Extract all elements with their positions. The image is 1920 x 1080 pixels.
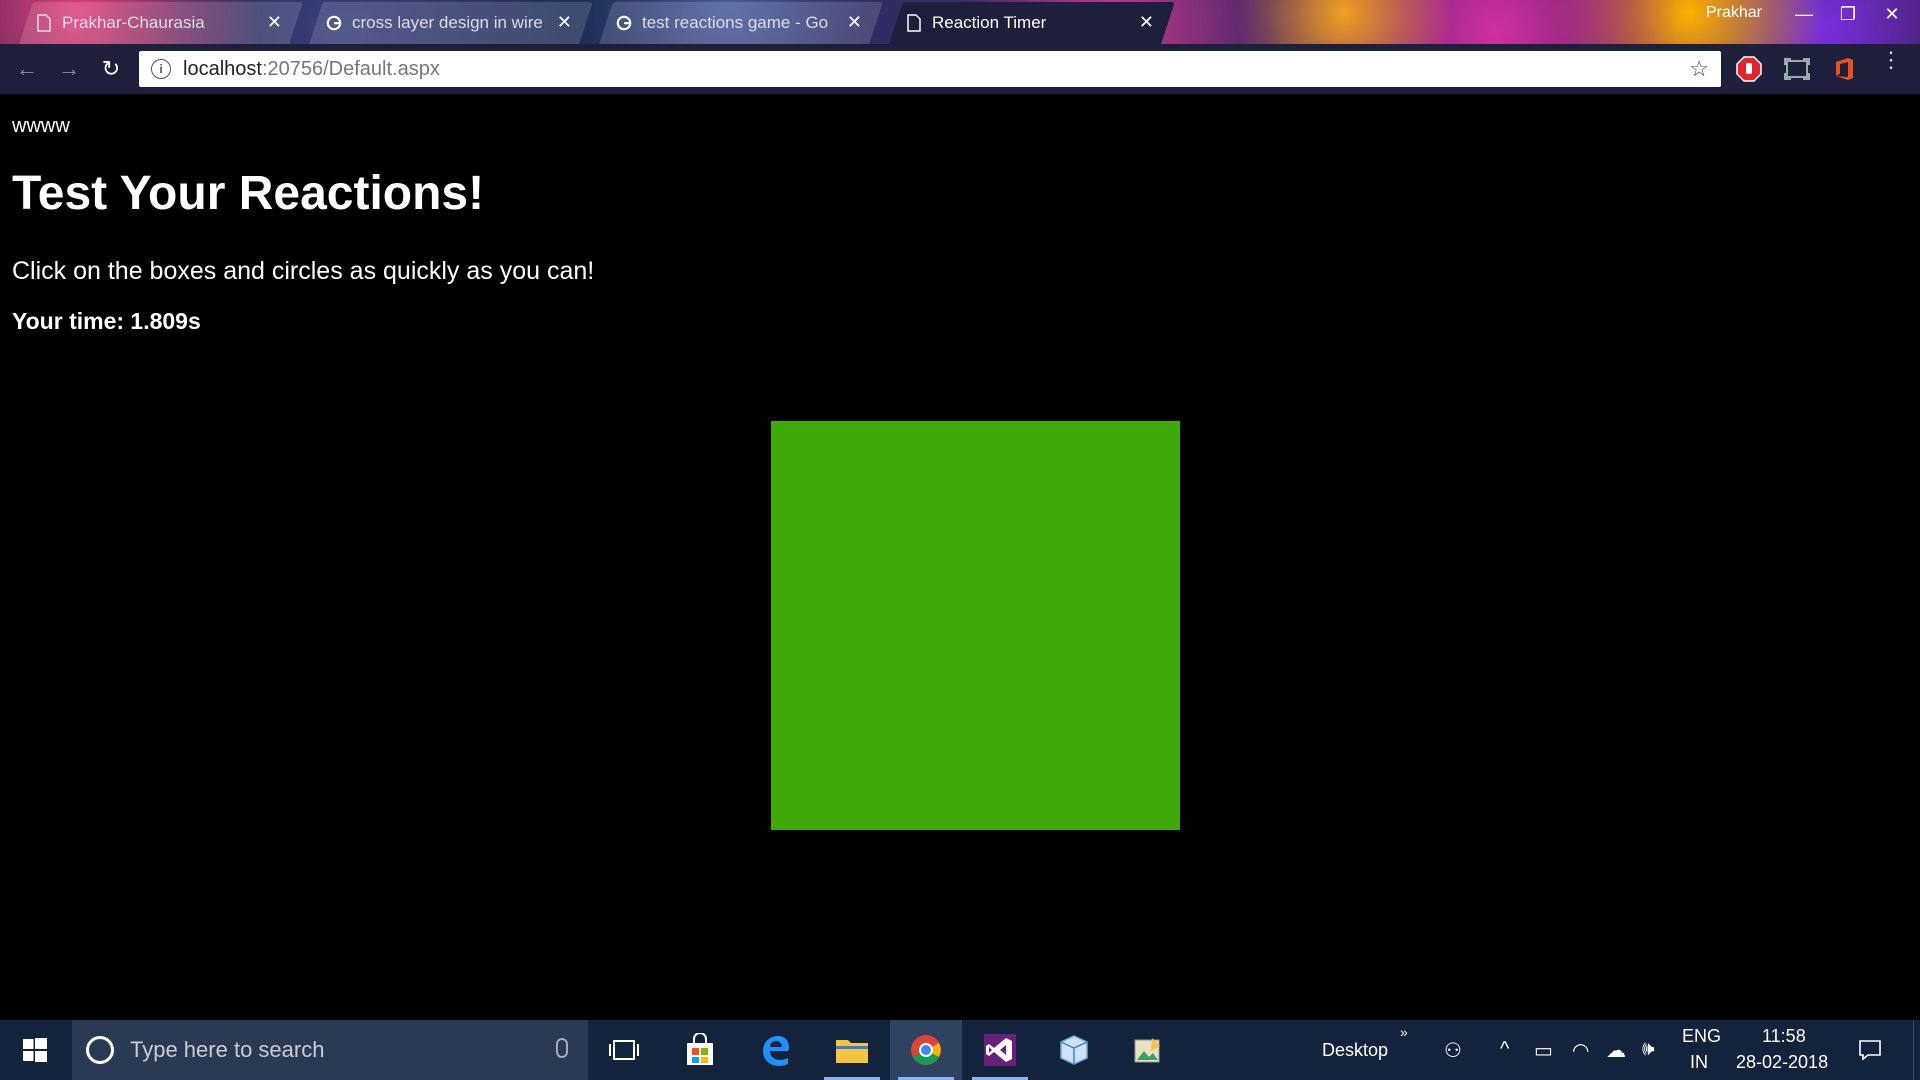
page-content: wwww Test Your Reactions! Click on the b… [0, 94, 1920, 1020]
close-window-icon[interactable]: ✕ [1870, 0, 1914, 28]
google-icon [616, 15, 632, 31]
edge-icon[interactable] [740, 1020, 812, 1080]
close-icon[interactable]: ✕ [847, 12, 862, 33]
people-icon[interactable]: ⚇ [1444, 1038, 1462, 1063]
tab-test-reactions-game[interactable]: test reactions game - Go ✕ [599, 2, 883, 44]
clock-time[interactable]: 11:58 [1762, 1026, 1806, 1047]
bookmark-star-icon[interactable]: ☆ [1689, 56, 1709, 82]
onedrive-icon[interactable]: ☁ [1606, 1038, 1626, 1063]
forward-icon[interactable]: → [54, 54, 84, 84]
back-icon[interactable]: ← [12, 54, 42, 84]
wifi-icon[interactable]: ◠ [1572, 1038, 1589, 1063]
info-icon[interactable]: i [151, 59, 171, 79]
minimize-icon[interactable]: — [1782, 0, 1826, 28]
store-icon[interactable] [664, 1020, 736, 1080]
chevron-up-icon[interactable]: ^ [1500, 1038, 1509, 1061]
tab-reaction-timer[interactable]: Reaction Timer ✕ [889, 2, 1175, 44]
site-label: wwww [12, 115, 70, 137]
windows-taskbar: Type here to search Desktop » ⚇ ^ ▭ ◠ ☁ … [0, 1020, 1920, 1080]
extension-stop-icon[interactable] [1736, 56, 1762, 82]
page-icon [907, 14, 921, 32]
profile-name[interactable]: Prakhar [1706, 4, 1762, 22]
tab-title: cross layer design in wire [352, 13, 543, 32]
menu-icon[interactable]: ⋮ [1880, 49, 1902, 71]
battery-icon[interactable]: ▭ [1534, 1038, 1553, 1063]
clock-date[interactable]: 28-02-2018 [1736, 1052, 1828, 1073]
language-primary[interactable]: ENG [1682, 1026, 1721, 1047]
start-button[interactable] [0, 1020, 70, 1080]
virtualbox-icon[interactable] [1038, 1020, 1110, 1080]
close-icon[interactable]: ✕ [267, 12, 282, 33]
page-icon [37, 14, 51, 32]
tab-title: Prakhar-Chaurasia [62, 13, 205, 32]
visual-studio-icon[interactable] [964, 1020, 1036, 1080]
language-secondary[interactable]: IN [1690, 1052, 1708, 1073]
restore-icon[interactable]: ❐ [1826, 0, 1870, 28]
volume-icon[interactable]: 🕪 [1642, 1038, 1655, 1061]
screen-capture-icon[interactable] [1784, 56, 1810, 82]
cortana-icon [86, 1036, 114, 1064]
close-icon[interactable]: ✕ [1139, 12, 1154, 33]
windows-logo-icon [23, 1038, 47, 1062]
reaction-target-box[interactable] [771, 421, 1180, 830]
tab-prakhar-chaurasia[interactable]: Prakhar-Chaurasia ✕ [19, 2, 303, 44]
paint-app-icon[interactable] [1112, 1020, 1184, 1080]
browser-toolbar: ← → ↻ i localhost:20756/Default.aspx ☆ ⋮ [0, 44, 1920, 94]
chevron-right-icon[interactable]: » [1400, 1024, 1408, 1040]
tab-cross-layer-design[interactable]: cross layer design in wire ✕ [309, 2, 593, 44]
page-title: Test Your Reactions! [12, 167, 485, 220]
task-view-icon[interactable] [588, 1020, 660, 1080]
reload-icon[interactable]: ↻ [96, 54, 126, 84]
instructions-text: Click on the boxes and circles as quickl… [12, 257, 595, 285]
address-bar[interactable]: i localhost:20756/Default.aspx ☆ [139, 51, 1721, 87]
office-icon[interactable] [1831, 56, 1857, 82]
google-icon [326, 15, 342, 31]
chrome-icon[interactable] [890, 1020, 962, 1080]
browser-tabstrip: Prakhar-Chaurasia ✕ cross layer design i… [0, 0, 1920, 44]
microphone-icon[interactable] [556, 1038, 568, 1058]
show-desktop-button[interactable] [1913, 1020, 1920, 1080]
action-center-icon[interactable] [1858, 1038, 1882, 1062]
tab-title: test reactions game - Go [642, 13, 829, 32]
search-placeholder: Type here to search [130, 1037, 325, 1062]
taskbar-search[interactable]: Type here to search [72, 1020, 588, 1080]
desktop-toolbar-label[interactable]: Desktop [1322, 1040, 1388, 1061]
reaction-time-text: Your time: 1.809s [12, 308, 201, 334]
file-explorer-icon[interactable] [816, 1020, 888, 1080]
close-icon[interactable]: ✕ [557, 12, 572, 33]
url-text: localhost:20756/Default.aspx [183, 57, 440, 80]
tab-title: Reaction Timer [932, 13, 1047, 32]
